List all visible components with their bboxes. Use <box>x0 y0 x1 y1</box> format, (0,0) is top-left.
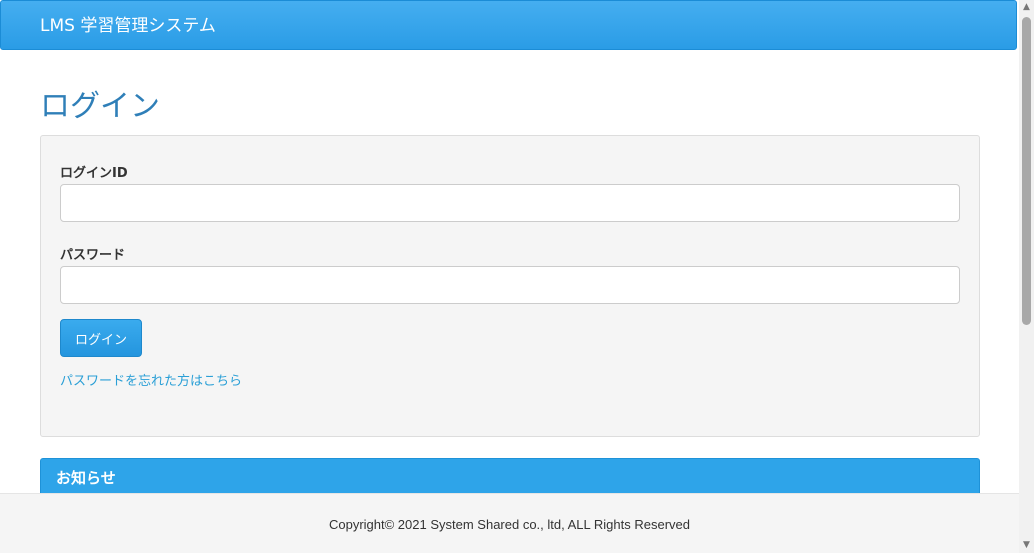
scrollbar-thumb[interactable] <box>1022 17 1031 325</box>
scroll-up-arrow-icon[interactable]: ▲ <box>1019 0 1034 15</box>
copyright-text: Copyright© 2021 System Shared co., ltd, … <box>328 517 690 532</box>
footer: Copyright© 2021 System Shared co., ltd, … <box>0 493 1019 553</box>
page-title: ログイン <box>40 89 160 124</box>
page: LMS 学習管理システム ログイン ログインID パスワード ログイン パスワー… <box>0 0 1034 553</box>
password-label: パスワード <box>60 248 126 263</box>
password-input[interactable] <box>60 266 960 304</box>
login-id-label: ログインID <box>60 166 128 181</box>
scroll-down-arrow-icon[interactable]: ▼ <box>1019 538 1034 553</box>
login-button[interactable]: ログイン <box>60 319 142 357</box>
top-navbar: LMS 学習管理システム <box>0 0 1017 50</box>
forgot-password-link[interactable]: パスワードを忘れた方はこちら <box>60 373 242 391</box>
news-panel-title: お知らせ <box>56 469 116 487</box>
login-id-input[interactable] <box>60 184 960 222</box>
brand-title[interactable]: LMS 学習管理システム <box>40 15 216 37</box>
login-form-panel: ログインID パスワード ログイン パスワードを忘れた方はこちら <box>40 135 980 437</box>
vertical-scrollbar[interactable]: ▲ ▼ <box>1019 0 1034 553</box>
